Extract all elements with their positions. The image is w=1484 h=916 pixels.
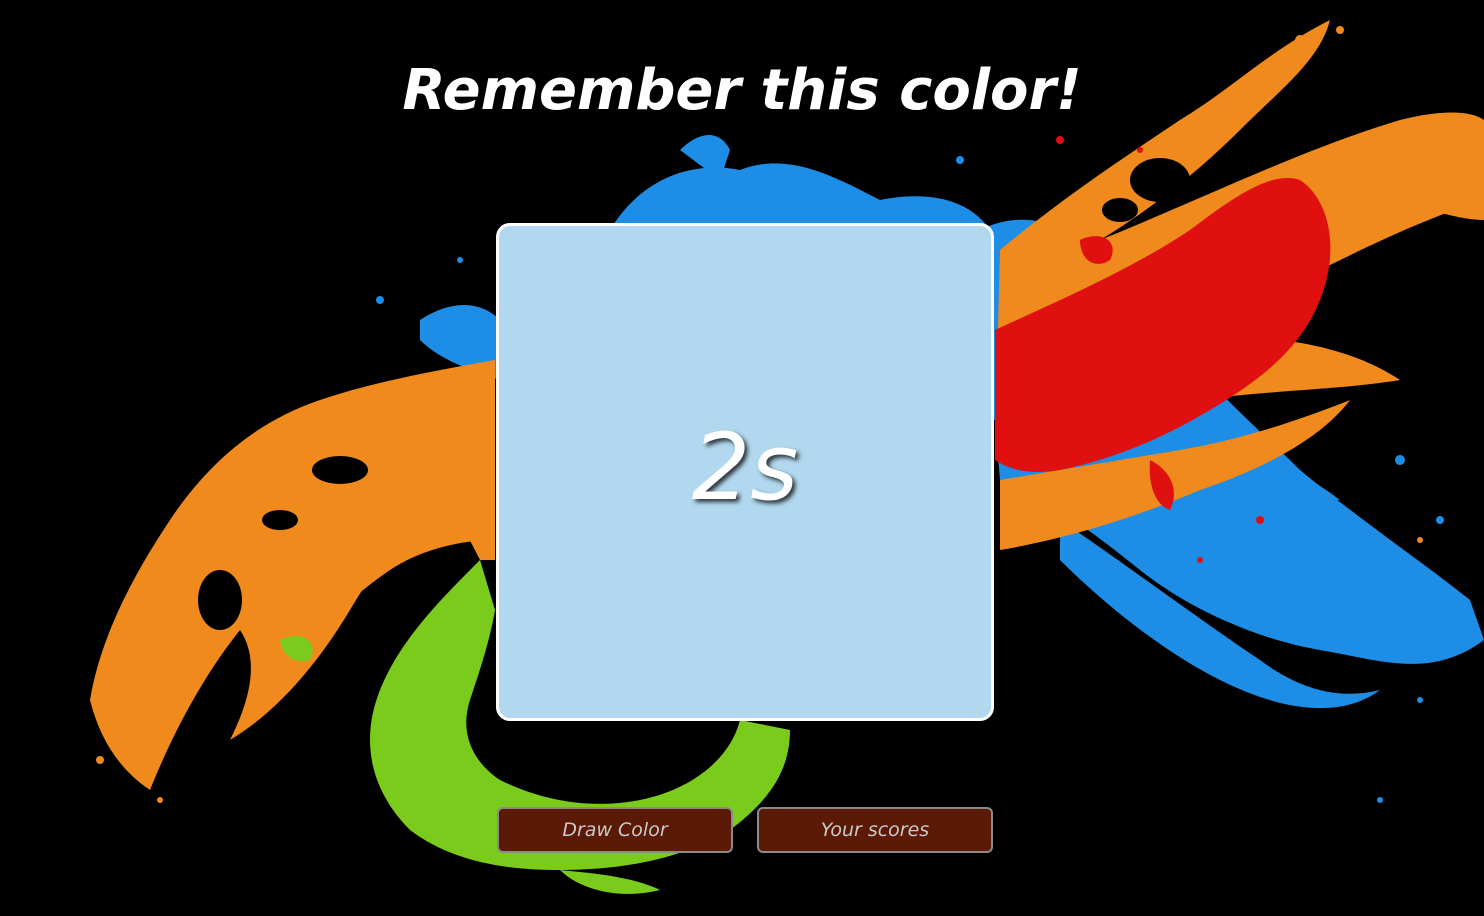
color-swatch: 2s [496,223,994,721]
draw-color-button[interactable]: Draw Color [497,807,733,853]
your-scores-button[interactable]: Your scores [757,807,993,853]
page-title: Remember this color! [402,58,1082,123]
countdown-timer: 2s [691,413,799,521]
